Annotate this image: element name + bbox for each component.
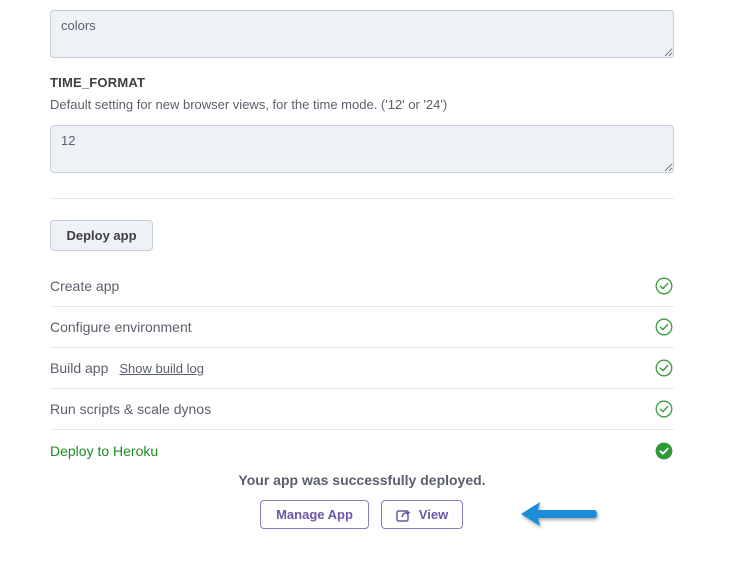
time-format-description: Default setting for new browser views, f… [50,97,448,112]
step-label: Build app [50,360,109,376]
time-format-field[interactable]: 12 [50,125,674,173]
step-deploy-to-heroku: Deploy to Heroku [50,430,674,471]
section-divider [50,198,674,199]
check-circle-outline-icon [655,359,673,377]
step-build-app: Build app Show build log [50,348,674,389]
step-label: Create app [50,278,120,294]
view-app-button[interactable]: View [381,500,463,529]
deploy-steps-list: Create app Configure environment Build a… [50,266,674,471]
view-label: View [418,507,449,522]
step-label: Configure environment [50,319,192,335]
step-run-scripts: Run scripts & scale dynos [50,389,674,430]
check-circle-outline-icon [655,277,673,295]
external-link-icon [396,509,411,522]
step-create-app: Create app [50,266,674,307]
step-configure-environment: Configure environment [50,307,674,348]
deploy-app-button[interactable]: Deploy app [50,220,153,251]
time-format-label: TIME_FORMAT [50,75,146,90]
manage-app-button[interactable]: Manage App [260,500,369,529]
check-circle-outline-icon [655,318,673,336]
check-circle-outline-icon [655,400,673,418]
check-circle-filled-icon [655,442,673,459]
step-label: Run scripts & scale dynos [50,401,212,417]
annotation-arrow [521,502,597,526]
show-build-log-link[interactable]: Show build log [119,361,204,376]
step-label: Deploy to Heroku [50,442,159,459]
step-build-app-text: Build app Show build log [50,360,204,376]
colors-config-field[interactable]: colors [50,10,674,58]
deploy-success-message: Your app was successfully deployed. [238,472,486,488]
manage-app-label: Manage App [276,507,353,522]
